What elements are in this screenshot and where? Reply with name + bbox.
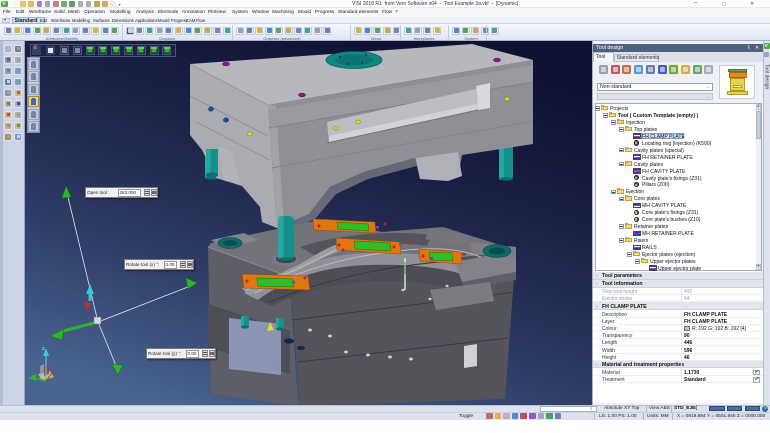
svg-text:Z: Z	[42, 346, 45, 351]
